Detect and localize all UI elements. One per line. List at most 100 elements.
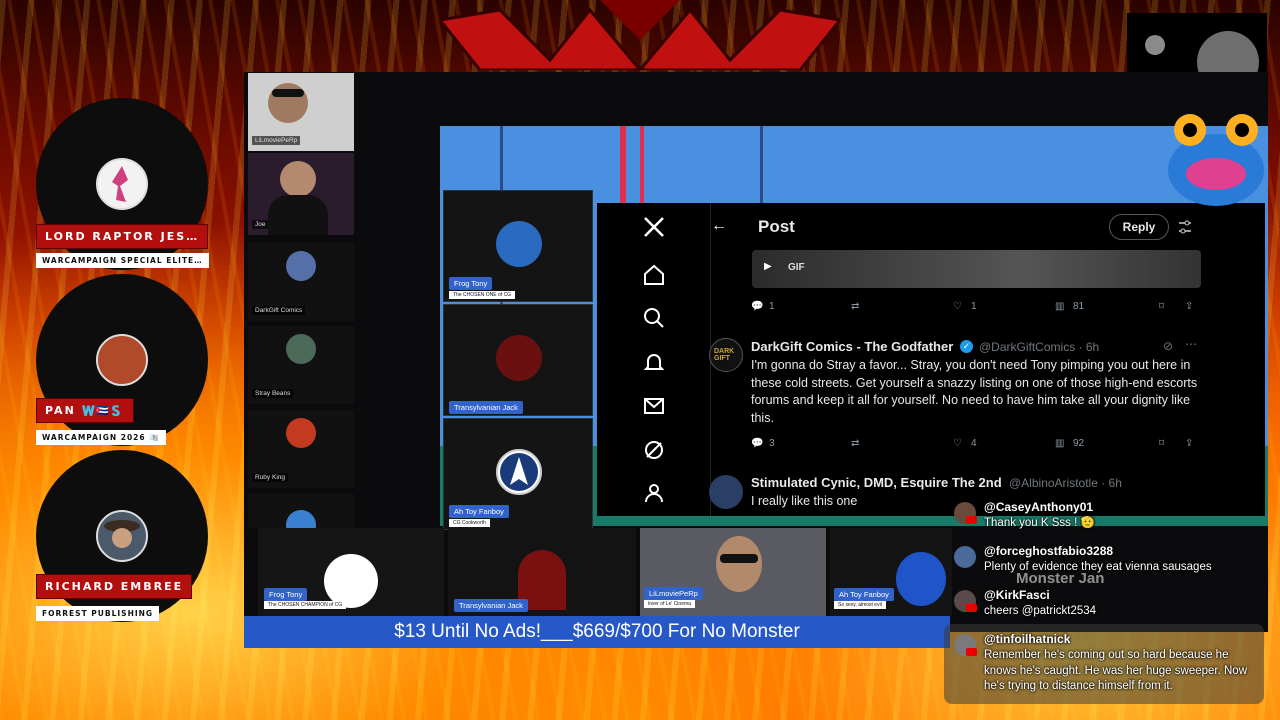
youtube-icon: [966, 604, 977, 612]
chat-text: cheers @patrickt2534: [984, 605, 1097, 617]
participant-tile[interactable]: Transylvanian Jack: [448, 528, 636, 616]
avatar[interactable]: DARK GIFT: [709, 338, 743, 372]
chat-message: @CaseyAnthony01 Thank you K Sss ! 🫡: [952, 500, 1262, 540]
tweet-handle: @DarkGiftComics · 6h: [979, 340, 1100, 354]
participant-label: Ruby King: [252, 473, 288, 482]
like-icon[interactable]: ♡: [953, 438, 962, 449]
reply-icon[interactable]: 💬: [751, 301, 763, 312]
chat-username: @KirkFasci: [984, 588, 1050, 602]
like-count: 4: [971, 438, 977, 449]
participant-tile[interactable]: Frog Tony The CHOSEN ONE of CG: [443, 190, 593, 302]
bookmark-icon[interactable]: ⌑: [1159, 438, 1164, 449]
participant-tile[interactable]: Frog Tony The CHOSEN CHAMPION of CG: [258, 528, 444, 616]
reply-icon[interactable]: 💬: [751, 438, 763, 449]
avatar: [286, 334, 316, 364]
home-icon[interactable]: [642, 263, 666, 287]
participant-label: Joe: [252, 220, 269, 229]
chat-text: Remember he's coming out so hard because…: [984, 649, 1248, 692]
bookmark-icon[interactable]: ⌑: [1159, 301, 1164, 312]
participant-name: Ah Toy Fanboy: [449, 505, 509, 518]
grok-icon[interactable]: [642, 438, 666, 462]
emblem-graphic: [440, 0, 840, 70]
youtube-icon: [966, 648, 977, 656]
avatar: [496, 449, 542, 495]
chat-username: @CaseyAnthony01: [984, 500, 1094, 514]
chat-message: @tinfoilhatnick Remember he's coming out…: [952, 632, 1262, 702]
reply-button[interactable]: Reply: [1109, 214, 1169, 240]
chat-message: @forceghostfabio3288 Plenty of evidence …: [952, 544, 1262, 584]
participant-tile[interactable]: Transylvanian Jack: [443, 304, 593, 416]
more-icon[interactable]: ⋯: [1185, 337, 1197, 351]
share-icon[interactable]: ⇪: [1185, 438, 1193, 449]
avatar: [96, 334, 148, 386]
chat-username: @tinfoilhatnick: [984, 632, 1071, 646]
views-icon[interactable]: ▥: [1055, 301, 1064, 312]
x-post-panel: ← Post Reply ▶ GIF 💬 1 ⇄ ♡ 1 ▥ 81 ⌑ ⇪ DA…: [597, 203, 1265, 516]
participant-tile[interactable]: Ah Toy Fanboy So sexy, almost evil: [830, 528, 952, 616]
gif-label: GIF: [788, 262, 805, 273]
bell-icon[interactable]: [642, 350, 666, 374]
frog-mascot-icon: [1168, 114, 1264, 206]
tweet-text: I'm gonna do Stray a favor... Stray, you…: [751, 358, 1198, 425]
tweet-author[interactable]: Stimulated Cynic, DMD, Esquire The 2nd: [751, 475, 1002, 490]
back-icon[interactable]: ←: [711, 217, 727, 235]
retweet-icon[interactable]: ⇄: [851, 301, 859, 312]
participant-tile[interactable]: DarkGift Comics: [248, 243, 354, 321]
participant-label: Stray Beans: [252, 389, 294, 398]
reply-count: 3: [769, 438, 775, 449]
participant-subtitle: lover of Le' Cinema: [644, 600, 695, 608]
reply-count: 1: [769, 301, 775, 312]
profile-icon[interactable]: [642, 481, 666, 505]
avatar: [286, 418, 316, 448]
participant-tile[interactable]: Stray Beans: [248, 326, 354, 404]
participant-tile[interactable]: [248, 494, 354, 540]
mail-icon[interactable]: [642, 394, 666, 418]
participant-tile[interactable]: Ruby King: [248, 410, 354, 488]
like-icon[interactable]: ♡: [953, 301, 962, 312]
participant-subtitle: CG Cookworth: [449, 519, 490, 527]
participant-name: Transylvanian Jack: [449, 401, 523, 414]
settings-sliders-icon[interactable]: [1177, 219, 1193, 235]
avatar: [496, 221, 542, 267]
sunglasses-icon: [272, 89, 304, 97]
live-chat: @CaseyAnthony01 Thank you K Sss ! 🫡 @for…: [944, 492, 1264, 704]
chat-text: Plenty of evidence they eat vienna sausa…: [984, 561, 1212, 573]
avatar: [96, 158, 148, 210]
participant-subtitle: The CHOSEN ONE of CG: [449, 291, 516, 299]
retweet-icon[interactable]: ⇄: [851, 438, 859, 449]
play-icon[interactable]: ▶: [764, 261, 772, 272]
participant-name: LiLmoviePeRp: [644, 587, 703, 600]
speaker-name: PAN 🇼🇨🇺🇸: [36, 398, 134, 423]
x-logo-icon[interactable]: [642, 215, 666, 239]
gif-media[interactable]: ▶ GIF: [752, 250, 1201, 288]
views-count: 81: [1073, 301, 1085, 312]
participant-label: DarkGift Comics: [252, 306, 306, 315]
views-count: 92: [1073, 438, 1085, 449]
participant-subtitle: The CHOSEN CHAMPION of CG: [264, 601, 347, 609]
speaker-card-1: LORD RAPTOR JES… WARCAMPAIGN SPECIAL ELI…: [36, 98, 209, 270]
verified-icon: ✓: [960, 340, 973, 353]
participant-name: Frog Tony: [264, 588, 308, 601]
moon-icon: [1145, 35, 1165, 55]
avatar[interactable]: [709, 475, 743, 509]
participant-name: Transylvanian Jack: [454, 599, 528, 612]
x-header-title: Post: [758, 217, 795, 236]
speaker-card-3: RICHARD EMBREE FORREST PUBLISHING: [36, 450, 208, 622]
search-icon[interactable]: [642, 306, 666, 330]
speaker-subtitle: WARCAMPAIGN SPECIAL ELITE…: [36, 253, 209, 268]
webcam-tile[interactable]: LiLmoviePeRp lover of Le' Cinema: [640, 528, 826, 616]
webcam-tile: Joe: [248, 153, 354, 235]
participant-tile[interactable]: Ah Toy Fanboy CG Cookworth: [443, 418, 593, 530]
views-icon[interactable]: ▥: [1055, 438, 1064, 449]
tweet-actions: 💬 1 ⇄ ♡ 1 ▥ 81 ⌑ ⇪: [751, 301, 1201, 317]
tweet-author[interactable]: DarkGift Comics - The Godfather: [751, 339, 953, 354]
speaker-card-2: PAN 🇼🇨🇺🇸 WARCAMPAIGN 2026 🇼🇨: [36, 274, 208, 446]
chat-message-highlight: @tinfoilhatnick Remember he's coming out…: [944, 624, 1264, 704]
grok-icon[interactable]: ⊘: [1163, 339, 1173, 353]
speaker-name: LORD RAPTOR JES…: [36, 224, 209, 249]
share-icon[interactable]: ⇪: [1185, 301, 1193, 312]
participant-label: LiLmoviePeRp: [252, 136, 301, 145]
x-sidebar: [597, 203, 711, 516]
avatar: [96, 510, 148, 562]
sunglasses-icon: [720, 554, 758, 563]
